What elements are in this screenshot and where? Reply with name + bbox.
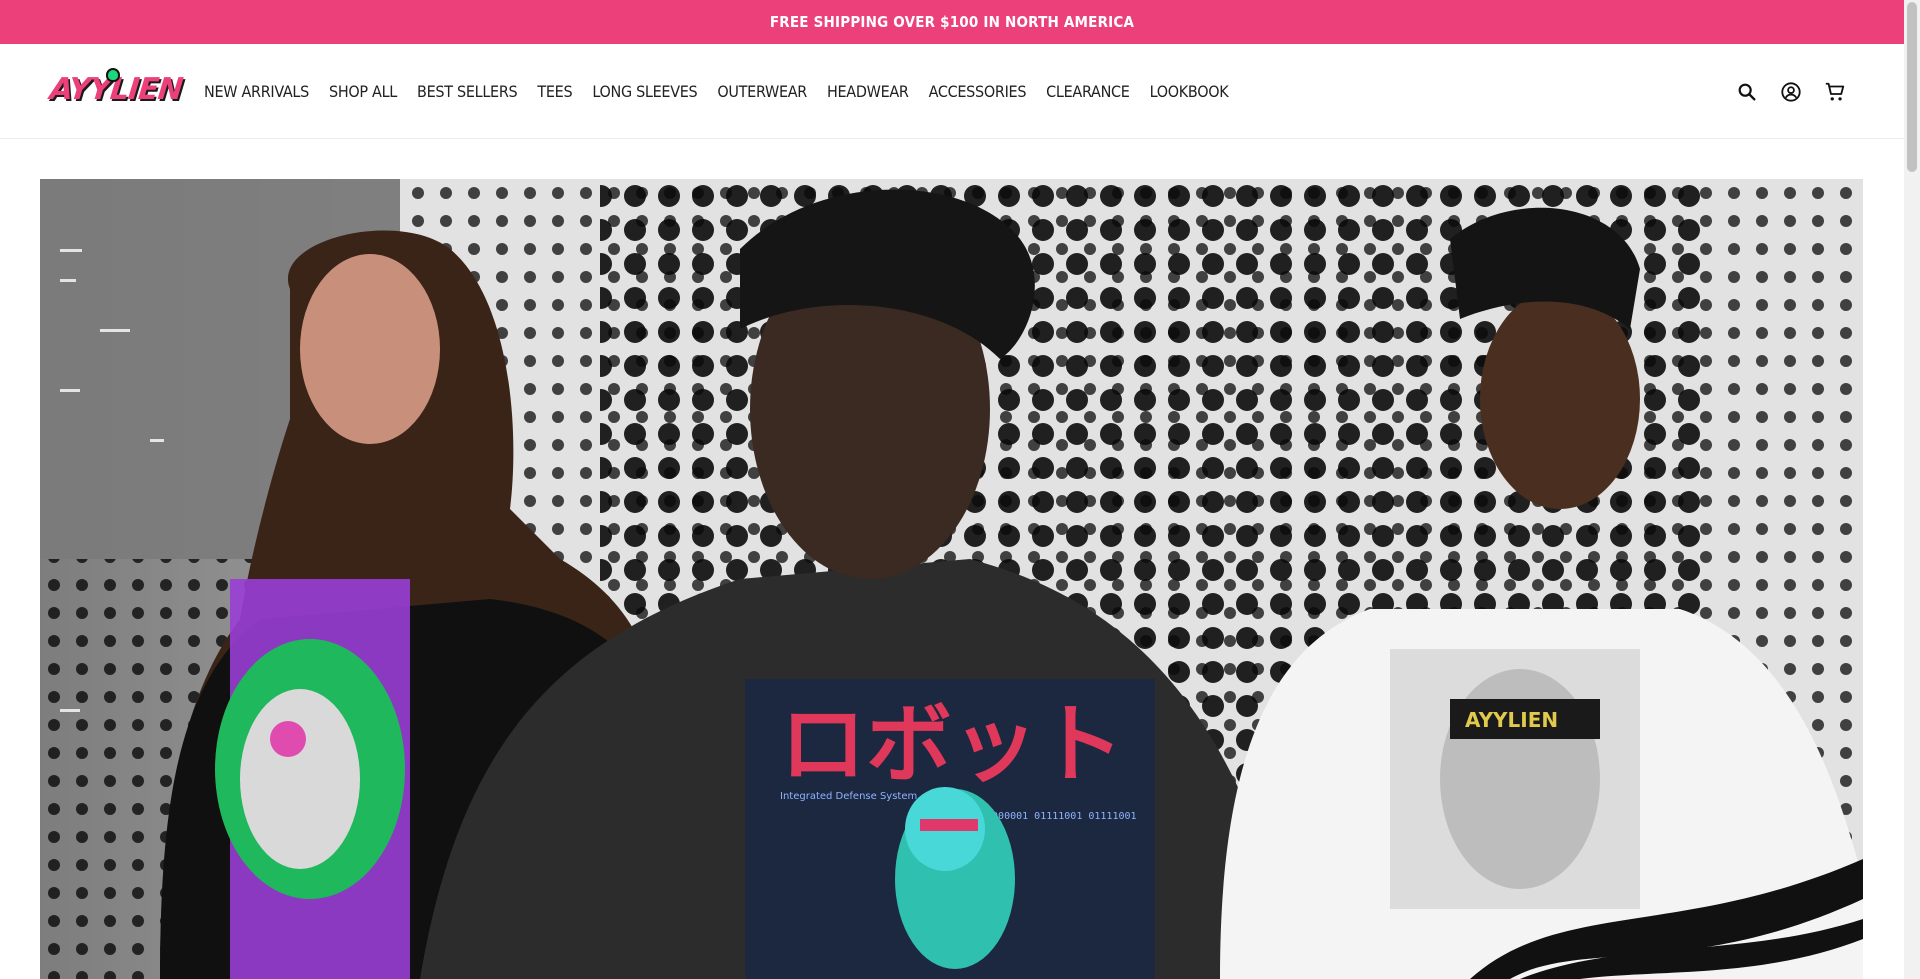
nav-item-lookbook[interactable]: LOOKBOOK <box>1150 82 1229 101</box>
page-scrollbar[interactable] <box>1904 0 1920 979</box>
nav-item-shop-all[interactable]: SHOP ALL <box>329 82 397 101</box>
main-nav: NEW ARRIVALS SHOP ALL BEST SELLERS TEES … <box>204 44 1248 139</box>
nav-item-new-arrivals[interactable]: NEW ARRIVALS <box>204 82 309 101</box>
nav-item-clearance[interactable]: CLEARANCE <box>1046 82 1130 101</box>
nav-item-accessories[interactable]: ACCESSORIES <box>929 82 1027 101</box>
header-icons <box>1736 44 1846 139</box>
site-header: AYYLIEN NEW ARRIVALS SHOP ALL BEST SELLE… <box>0 44 1904 139</box>
account-icon[interactable] <box>1780 81 1802 103</box>
nav-item-outerwear[interactable]: OUTERWEAR <box>717 82 807 101</box>
alien-head-icon <box>106 68 120 82</box>
hero-banner[interactable]: ロボット Integrated Defense System 01000001 … <box>40 179 1863 979</box>
nav-item-long-sleeves[interactable]: LONG SLEEVES <box>592 82 697 101</box>
scrollbar-thumb[interactable] <box>1907 2 1917 172</box>
jacket-print-binary: 01000001 01111001 01111001 <box>980 811 1137 822</box>
search-icon[interactable] <box>1736 81 1758 103</box>
logo[interactable]: AYYLIEN <box>48 66 184 112</box>
jacket-print-subtext: Integrated Defense System <box>780 791 917 802</box>
nav-item-tees[interactable]: TEES <box>537 82 572 101</box>
sweatshirt-print-text: AYYLIEN <box>1465 708 1558 732</box>
hero-image: ロボット Integrated Defense System 01000001 … <box>40 179 1863 979</box>
cart-icon[interactable] <box>1824 81 1846 103</box>
jacket-print-text: ロボット <box>780 695 1124 795</box>
announcement-text: FREE SHIPPING OVER $100 IN NORTH AMERICA <box>769 13 1135 31</box>
nav-item-best-sellers[interactable]: BEST SELLERS <box>417 82 518 101</box>
announcement-bar: FREE SHIPPING OVER $100 IN NORTH AMERICA <box>0 0 1904 44</box>
nav-item-headwear[interactable]: HEADWEAR <box>827 82 909 101</box>
